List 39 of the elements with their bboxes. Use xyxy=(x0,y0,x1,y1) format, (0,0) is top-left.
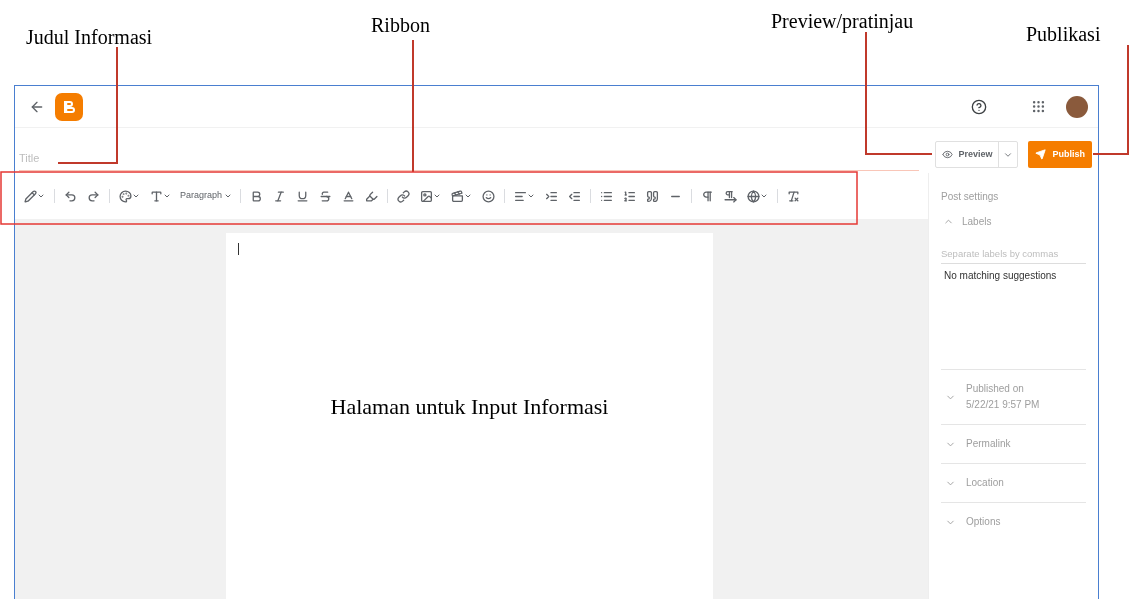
title-field[interactable]: Title xyxy=(19,149,919,171)
annotation-label: Judul Informasi xyxy=(26,25,153,50)
caret-icon xyxy=(464,192,473,200)
caret-icon xyxy=(433,192,442,200)
annotation-label: Halaman untuk Input Informasi xyxy=(330,393,609,421)
help-icon[interactable] xyxy=(971,98,987,115)
publish-button[interactable]: Publish xyxy=(1028,141,1092,168)
video-icon xyxy=(451,189,465,203)
editor-page[interactable]: Halaman untuk Input Informasi xyxy=(226,233,713,599)
caret-icon xyxy=(37,192,45,200)
labels-toggle[interactable]: Labels xyxy=(943,214,992,229)
annotation-label: Publikasi xyxy=(1026,22,1101,47)
eye-icon xyxy=(942,149,954,160)
logo-icon xyxy=(55,92,83,121)
settings-section[interactable]: Location xyxy=(941,463,1086,503)
annotation-label: Preview/pratinjau xyxy=(771,9,914,35)
avatar[interactable] xyxy=(1066,95,1088,118)
palette-icon xyxy=(119,189,132,203)
caret-icon xyxy=(760,192,769,200)
settings-section[interactable]: Published on 5/22/21 9:57 PM xyxy=(941,369,1086,425)
align-icon xyxy=(514,189,528,203)
image-icon xyxy=(420,189,434,203)
send-icon xyxy=(1035,149,1047,160)
pencil-icon xyxy=(24,189,37,203)
caret-icon xyxy=(224,192,233,200)
apps-icon[interactable] xyxy=(1031,99,1046,114)
globe-icon xyxy=(747,189,761,203)
paragraph-dropdown[interactable]: Paragraph xyxy=(176,189,237,203)
text-cursor xyxy=(238,243,239,255)
caret-icon xyxy=(132,192,140,200)
text-size-icon xyxy=(150,189,163,203)
caret-icon xyxy=(527,192,536,200)
caret-icon xyxy=(163,192,171,200)
sidebar-heading: Post settings xyxy=(941,190,1000,204)
labels-field[interactable]: Separate labels by commas xyxy=(941,247,1086,265)
settings-section[interactable]: Permalink xyxy=(941,424,1086,464)
suggestions-message: No matching suggestions xyxy=(944,269,1058,284)
settings-section[interactable]: Options xyxy=(941,502,1086,542)
annotation-label: Ribbon xyxy=(371,13,430,38)
